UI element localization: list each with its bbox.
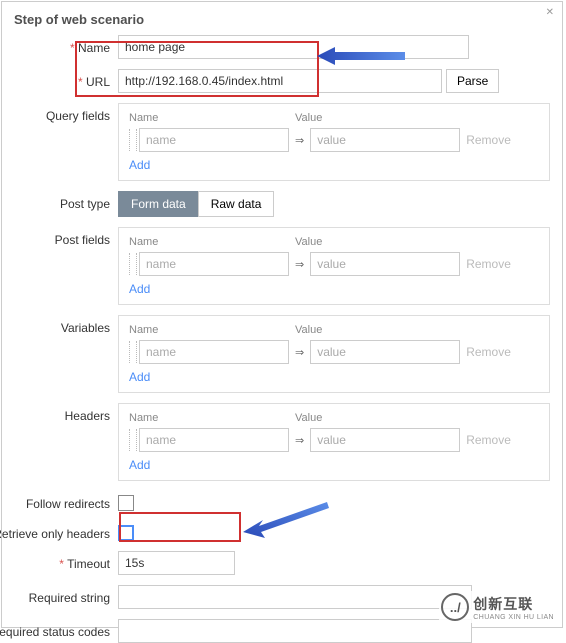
add-button[interactable]: Add [129, 458, 150, 472]
variables-panel: Name Value ⇒ Remove Add [118, 315, 550, 393]
modal-title: Step of web scenario [2, 2, 562, 35]
url-input[interactable] [118, 69, 442, 93]
table-row: ⇒ Remove [129, 252, 539, 276]
col-name: Name [129, 324, 295, 336]
retrieve-headers-checkbox[interactable] [118, 525, 134, 541]
label-retrieve-headers: Retrieve only headers [0, 521, 118, 541]
label-variables: Variables [14, 315, 118, 335]
query-name-input[interactable] [139, 128, 289, 152]
required-string-input[interactable] [118, 585, 472, 609]
tab-form-data[interactable]: Form data [118, 191, 198, 217]
watermark: ../ 创新互联 CHUANG XIN HU LIAN [439, 591, 556, 623]
arrow-icon: ⇒ [295, 258, 304, 271]
follow-redirects-checkbox[interactable] [118, 495, 134, 511]
remove-button: Remove [460, 133, 517, 147]
close-icon[interactable]: ✕ [546, 7, 554, 18]
add-button[interactable]: Add [129, 282, 150, 296]
label-url: URL [14, 69, 118, 89]
query-value-input[interactable] [310, 128, 460, 152]
remove-button: Remove [460, 257, 517, 271]
label-query-fields: Query fields [14, 103, 118, 123]
timeout-input[interactable] [118, 551, 235, 575]
header-name-input[interactable] [139, 428, 289, 452]
drag-handle-icon[interactable] [129, 341, 137, 363]
tab-raw-data[interactable]: Raw data [198, 191, 275, 217]
table-row: ⇒ Remove [129, 428, 539, 452]
post-name-input[interactable] [139, 252, 289, 276]
var-value-input[interactable] [310, 340, 460, 364]
label-follow-redirects: Follow redirects [14, 491, 118, 511]
modal-step-web-scenario: ✕ Step of web scenario Name URL Parse Qu… [1, 1, 563, 628]
table-row: ⇒ Remove [129, 128, 539, 152]
label-timeout: Timeout [14, 551, 118, 571]
watermark-sub: CHUANG XIN HU LIAN [473, 614, 554, 621]
col-name: Name [129, 412, 295, 424]
remove-button: Remove [460, 433, 517, 447]
arrow-icon: ⇒ [295, 346, 304, 359]
name-input[interactable] [118, 35, 469, 59]
drag-handle-icon[interactable] [129, 429, 137, 451]
parse-button[interactable]: Parse [446, 69, 499, 93]
label-post-fields: Post fields [14, 227, 118, 247]
drag-handle-icon[interactable] [129, 129, 137, 151]
col-value: Value [295, 324, 539, 336]
required-status-input[interactable] [118, 619, 472, 643]
headers-panel: Name Value ⇒ Remove Add [118, 403, 550, 481]
arrow-icon: ⇒ [295, 134, 304, 147]
col-name: Name [129, 112, 295, 124]
col-name: Name [129, 236, 295, 248]
col-value: Value [295, 412, 539, 424]
post-fields-panel: Name Value ⇒ Remove Add [118, 227, 550, 305]
col-value: Value [295, 112, 539, 124]
var-name-input[interactable] [139, 340, 289, 364]
add-button[interactable]: Add [129, 370, 150, 384]
label-required-status: Required status codes [0, 619, 118, 639]
arrow-icon: ⇒ [295, 434, 304, 447]
header-value-input[interactable] [310, 428, 460, 452]
remove-button: Remove [460, 345, 517, 359]
watermark-main: 创新互联 [473, 594, 554, 614]
label-headers: Headers [14, 403, 118, 423]
table-row: ⇒ Remove [129, 340, 539, 364]
post-value-input[interactable] [310, 252, 460, 276]
watermark-logo-icon: ../ [441, 593, 469, 621]
label-required-string: Required string [14, 585, 118, 605]
query-fields-panel: Name Value ⇒ Remove Add [118, 103, 550, 181]
drag-handle-icon[interactable] [129, 253, 137, 275]
post-type-group: Form data Raw data [118, 191, 274, 217]
col-value: Value [295, 236, 539, 248]
label-name: Name [14, 35, 118, 55]
add-button[interactable]: Add [129, 158, 150, 172]
label-post-type: Post type [14, 191, 118, 211]
